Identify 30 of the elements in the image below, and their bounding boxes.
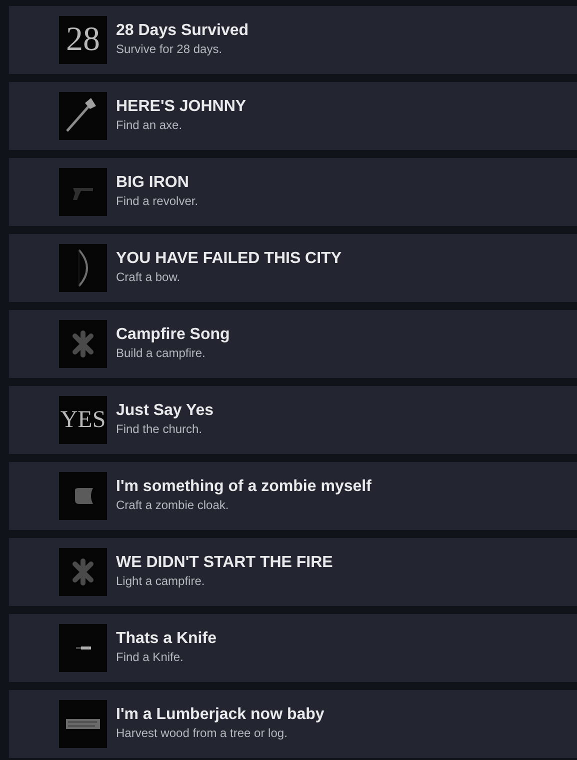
achievement-description: Find the church. bbox=[116, 421, 204, 437]
achievement-title: YOU HAVE FAILED THIS CITY bbox=[116, 249, 342, 269]
achievement-title: I'm a Lumberjack now baby bbox=[116, 705, 324, 725]
achievement-description: Find a Knife. bbox=[116, 649, 184, 665]
campfire-icon bbox=[59, 320, 107, 368]
achievement-description: Find an axe. bbox=[116, 117, 184, 133]
cloak-icon bbox=[59, 472, 107, 520]
achievement-description: Harvest wood from a tree or log. bbox=[116, 725, 288, 741]
achievement-title: Just Say Yes bbox=[116, 401, 214, 421]
bow-icon bbox=[59, 244, 107, 292]
achievement-description: Build a campfire. bbox=[116, 345, 206, 361]
badge-text: 28 bbox=[66, 23, 100, 57]
badge-text: YES bbox=[60, 408, 106, 432]
achievement-description: Survive for 28 days. bbox=[116, 41, 224, 57]
axe-icon bbox=[59, 92, 107, 140]
achievement-description: Light a campfire. bbox=[116, 573, 206, 589]
achievement-title: Thats a Knife bbox=[116, 629, 216, 649]
achievement-title: WE DIDN'T START THE FIRE bbox=[116, 553, 333, 573]
achievement-description: Find a revolver. bbox=[116, 193, 198, 209]
campfire-icon bbox=[59, 548, 107, 596]
achievement-title: I'm something of a zombie myself bbox=[116, 477, 372, 497]
achievement-description: Craft a bow. bbox=[116, 269, 182, 285]
log-icon bbox=[59, 700, 107, 748]
knife-icon bbox=[59, 624, 107, 672]
revolver-icon bbox=[59, 168, 107, 216]
achievement-title: Campfire Song bbox=[116, 325, 230, 345]
achievement-title: HERE'S JOHNNY bbox=[116, 97, 246, 117]
achievement-title: 28 Days Survived bbox=[116, 21, 249, 41]
achievement-title: BIG IRON bbox=[116, 173, 190, 193]
achievement-description: Craft a zombie cloak. bbox=[116, 497, 230, 513]
